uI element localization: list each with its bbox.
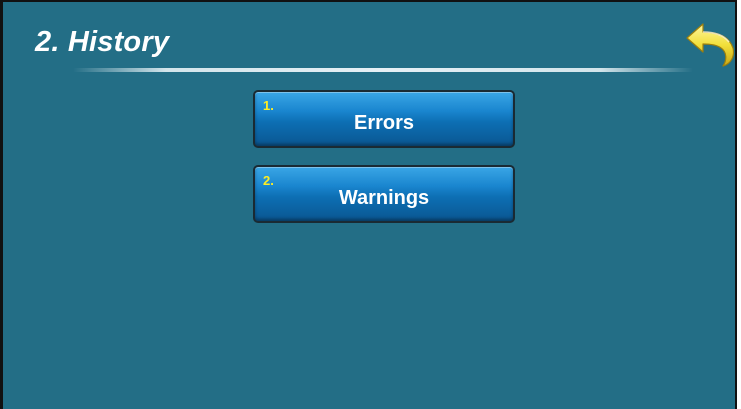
warnings-button-label: Warnings bbox=[338, 187, 430, 209]
warnings-button[interactable]: 2. Warnings bbox=[253, 165, 515, 223]
title-divider bbox=[73, 68, 693, 72]
page-title: 2. History bbox=[35, 26, 170, 58]
errors-button[interactable]: 1. Errors bbox=[253, 90, 515, 148]
warnings-button-number: 2. bbox=[263, 173, 274, 188]
back-arrow-icon bbox=[686, 23, 735, 67]
errors-button-label: Errors bbox=[353, 112, 415, 134]
history-screen: 2. History 1. Errors 2. Warnings bbox=[0, 0, 737, 409]
back-button[interactable] bbox=[683, 16, 735, 70]
errors-button-number: 1. bbox=[263, 98, 274, 113]
